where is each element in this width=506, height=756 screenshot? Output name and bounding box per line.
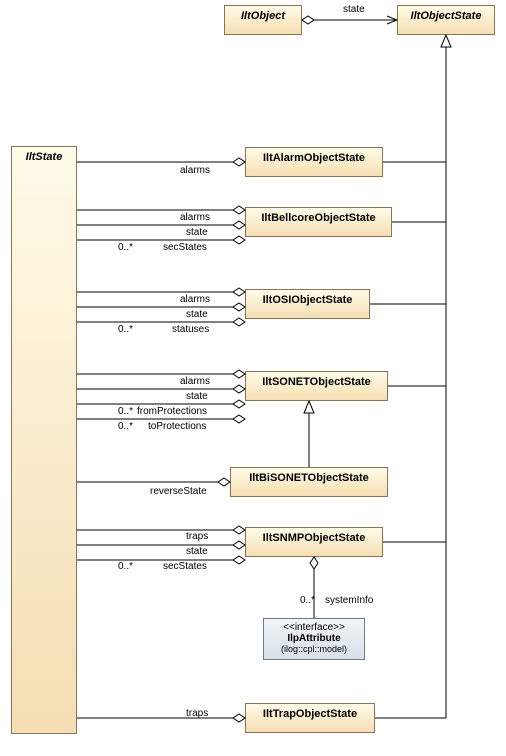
class-iltstate: IltState [11,146,77,734]
class-iltsonetobjectstate: IltSONETObjectState [245,371,388,401]
class-name-bellcore: IltBellcoreObjectState [261,212,375,224]
class-name-iltobjectstate: IltObjectState [411,10,482,22]
label-sonet-alarms: alarms [180,376,210,387]
label-bellcore-state: state [186,227,208,238]
class-iltsnmpobjectstate: IltSNMPObjectState [245,527,383,557]
label-osi-alarms: alarms [180,294,210,305]
label-osi-state: state [186,309,208,320]
label-osi-statuses: statuses [172,324,209,335]
class-iltosiobjectstate: IltOSIObjectState [245,289,370,319]
label-bellcore-alarms: alarms [180,212,210,223]
label-snmp-sysinfo: systemInfo [325,595,373,606]
label-snmp-traps: traps [186,531,208,542]
label-bellcore-mult: 0..* [118,242,133,253]
label-sonet-from: fromProtections [137,406,207,417]
label-sonet-mult1: 0..* [118,406,133,417]
class-name-iltobject: IltObject [241,10,285,22]
class-name-trap: IltTrapObjectState [263,708,357,720]
class-name-snmp: IltSNMPObjectState [263,532,366,544]
class-name-osi: IltOSIObjectState [263,294,353,306]
class-name-alarm: IltAlarmObjectState [263,152,365,164]
label-trap-traps: traps [186,708,208,719]
label-alarm-alarms: alarms [180,165,210,176]
class-iltbisonetobjectstate: IltBiSONETObjectState [230,467,388,497]
interface-name: IlpAttribute [270,633,358,644]
class-iltobjectstate: IltObjectState [397,5,495,35]
class-iltobject: IltObject [224,5,302,35]
class-iltalarmobjectstate: IltAlarmObjectState [245,147,383,177]
label-state-top: state [343,4,365,15]
label-snmp-sysmult: 0..* [300,595,315,606]
interface-package: (ilog::cpl::model) [270,644,358,654]
label-sonet-mult2: 0..* [118,421,133,432]
label-snmp-mult: 0..* [118,561,133,572]
label-sonet-to: toProtections [148,421,206,432]
interface-ilpattribute: <<interface>> IlpAttribute (ilog::cpl::m… [263,618,365,660]
label-bellcore-sec: secStates [163,242,207,253]
label-osi-mult: 0..* [118,324,133,335]
label-bisonet-reverse: reverseState [150,486,207,497]
class-ilttrapobjectstate: IltTrapObjectState [245,703,375,733]
label-sonet-state: state [186,391,208,402]
class-name-iltstate: IltState [26,151,63,163]
interface-stereotype: <<interface>> [270,622,358,633]
class-name-sonet: IltSONETObjectState [262,376,371,388]
class-iltbellcoreobjectstate: IltBellcoreObjectState [245,207,392,237]
label-snmp-state: state [186,546,208,557]
label-snmp-sec: secStates [163,561,207,572]
class-name-bisonet: IltBiSONETObjectState [249,472,369,484]
